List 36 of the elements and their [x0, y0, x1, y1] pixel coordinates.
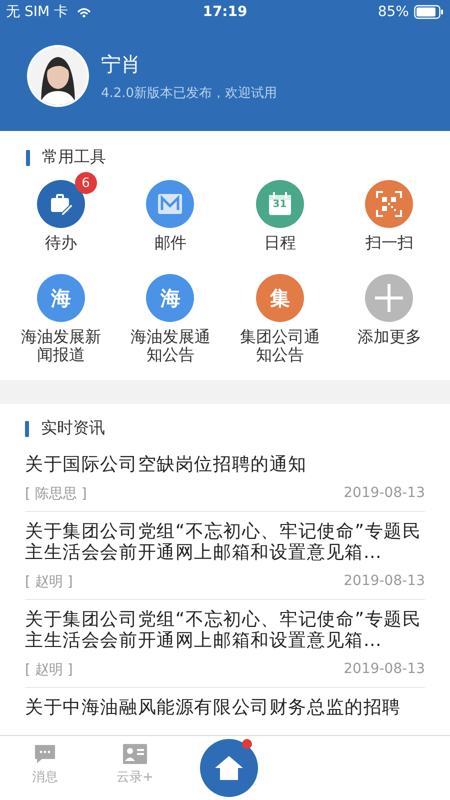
- chat-icon: [34, 744, 56, 764]
- version-notice: 4.2.0新版本已发布，欢迎试用: [101, 84, 278, 102]
- contact-card-icon: [123, 744, 147, 764]
- battery-icon: [414, 5, 444, 19]
- news-date: 2019-08-13: [344, 661, 425, 679]
- user-name: 宁肖: [101, 50, 142, 78]
- app-icon: 集: [256, 274, 304, 322]
- clock-time: 17:19: [202, 4, 248, 20]
- tool-item[interactable]: 添加更多: [334, 268, 444, 374]
- avatar: [27, 45, 89, 107]
- tool-item[interactable]: 邮件: [116, 174, 225, 266]
- count-badge: 6: [74, 172, 97, 194]
- app-icon: 海: [146, 274, 194, 322]
- section-title: 实时资讯: [41, 418, 105, 439]
- battery-percent: 85%: [378, 4, 409, 20]
- news-date: 2019-08-13: [344, 573, 425, 591]
- tool-item[interactable]: 集 集团公司通知公告: [225, 268, 334, 374]
- tool-item[interactable]: 扫一扫: [334, 174, 444, 266]
- news-author: [ 赵明 ]: [25, 661, 73, 679]
- news-date: 2019-08-13: [344, 485, 425, 503]
- calendar-icon: 31: [256, 180, 304, 228]
- wifi-icon: [76, 6, 92, 18]
- tool-item[interactable]: 31 日程: [225, 174, 334, 266]
- tool-item[interactable]: 海 海油发展通知公告: [116, 268, 225, 374]
- carrier-label: 无 SIM 卡: [6, 3, 68, 21]
- news-title[interactable]: 关于集团公司党组“不忘初心、牢记使命”专题民主生活会会前开通网上邮箱和设置意见箱…: [25, 609, 425, 651]
- home-icon: [214, 755, 244, 781]
- tool-item[interactable]: 6 待办: [6, 174, 116, 266]
- news-author: [ 陈思思 ]: [25, 485, 87, 503]
- section-title: 常用工具: [42, 147, 106, 168]
- news-title[interactable]: 关于集团公司党组“不忘初心、牢记使命”专题民主生活会会前开通网上邮箱和设置意见箱…: [25, 521, 425, 563]
- news-author: [ 赵明 ]: [25, 573, 73, 591]
- app-icon: 海: [36, 274, 85, 322]
- tool-item[interactable]: 海 海油发展新闻报道: [6, 268, 116, 374]
- news-title[interactable]: 关于中海油融风能源有限公司财务总监的招聘: [25, 697, 425, 718]
- news-title[interactable]: 关于国际公司空缺岗位招聘的通知: [25, 454, 425, 475]
